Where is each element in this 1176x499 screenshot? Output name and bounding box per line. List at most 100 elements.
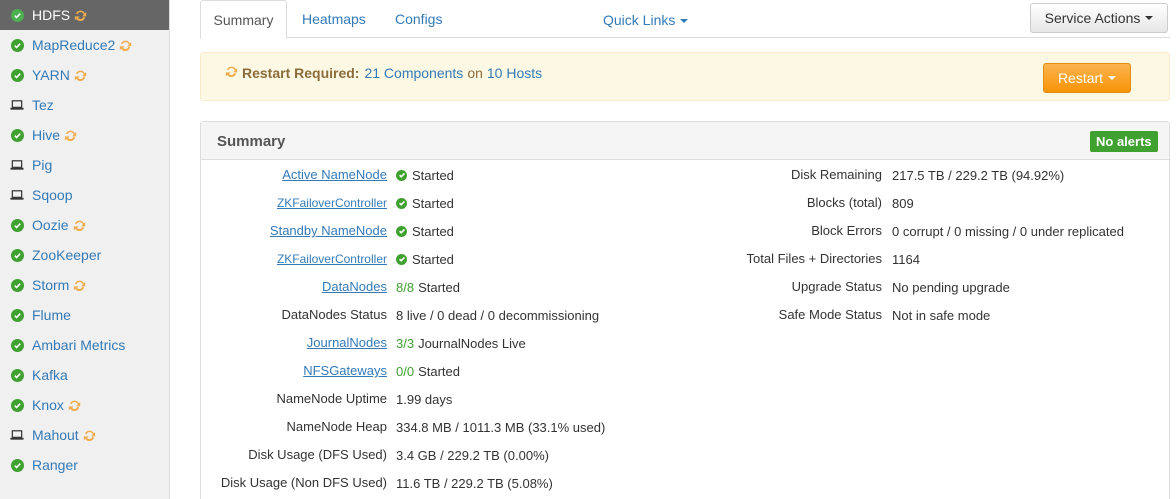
- summary-label: Blocks (total): [806, 195, 882, 210]
- restart-button-label: Restart: [1057, 70, 1104, 86]
- sidebar-item-pig[interactable]: Pig: [0, 150, 169, 180]
- sidebar-item-oozie[interactable]: Oozie: [0, 210, 169, 240]
- summary-label-link[interactable]: NFSGateways: [303, 363, 387, 378]
- summary-panel: Summary No alerts Active NameNode Started…: [200, 121, 1170, 499]
- sidebar-item-hdfs[interactable]: HDFS: [0, 0, 169, 30]
- summary-label: ZKFailoverController: [201, 189, 387, 217]
- restart-required-banner: Restart Required: 21 Components on 10 Ho…: [200, 52, 1170, 101]
- summary-value-text: 8 live / 0 dead / 0 decommissioning: [396, 307, 600, 323]
- summary-value: 8 live / 0 dead / 0 decommissioning: [396, 301, 599, 329]
- summary-value: 8/8 Started: [396, 273, 460, 301]
- sidebar-item-ranger[interactable]: Ranger: [0, 450, 169, 480]
- summary-value: 217.5 TB / 229.2 TB (94.92%): [892, 167, 1065, 183]
- summary-label: Disk Usage (Non DFS Used): [220, 475, 387, 490]
- sidebar-item-kafka[interactable]: Kafka: [0, 360, 169, 390]
- sidebar-item-label: Kafka: [32, 367, 68, 383]
- summary-value: Started: [396, 217, 454, 245]
- sidebar-item-yarn[interactable]: YARN: [0, 60, 169, 90]
- sidebar-item-knox[interactable]: Knox: [0, 390, 169, 420]
- check-circle-icon: [396, 253, 407, 265]
- restart-message: Restart Required: 21 Components on 10 Ho…: [225, 65, 542, 81]
- check-circle-icon: [10, 68, 24, 82]
- summary-label: Safe Mode Status: [778, 307, 882, 322]
- sidebar-item-storm[interactable]: Storm: [0, 270, 169, 300]
- summary-label-link[interactable]: DataNodes: [322, 279, 387, 294]
- alerts-badge[interactable]: No alerts: [1090, 131, 1158, 152]
- check-circle-icon: [10, 458, 24, 472]
- sidebar-item-tez[interactable]: Tez: [0, 90, 169, 120]
- summary-label: DataNodes Status: [281, 307, 387, 322]
- sidebar-item-mahout[interactable]: Mahout: [0, 420, 169, 450]
- on-text: on: [467, 65, 483, 81]
- summary-value: 3/3 JournalNodes Live: [396, 329, 526, 357]
- refresh-icon: [68, 399, 81, 412]
- summary-value: 0 corrupt / 0 missing / 0 under replicat…: [892, 223, 1124, 239]
- refresh-icon: [225, 65, 238, 81]
- check-circle-icon: [10, 8, 24, 22]
- hosts-link[interactable]: 10 Hosts: [487, 65, 542, 81]
- summary-label-link[interactable]: Active NameNode: [282, 167, 387, 182]
- sidebar-item-zookeeper[interactable]: ZooKeeper: [0, 240, 169, 270]
- refresh-icon: [119, 39, 132, 52]
- summary-label: JournalNodes: [201, 329, 387, 357]
- sidebar-item-label: Sqoop: [32, 187, 73, 203]
- summary-value: Started: [396, 161, 454, 189]
- sidebar-item-label: YARN: [32, 67, 70, 83]
- restart-button[interactable]: Restart: [1043, 63, 1131, 93]
- components-link[interactable]: 21 Components: [364, 65, 463, 81]
- summary-label-link[interactable]: ZKFailoverController: [277, 252, 387, 266]
- check-circle-icon: [396, 197, 407, 209]
- summary-header: Summary No alerts: [201, 122, 1169, 160]
- sidebar-item-label: Storm: [32, 277, 70, 293]
- sidebar-item-mapreduce2[interactable]: MapReduce2: [0, 30, 169, 60]
- refresh-icon: [73, 279, 86, 292]
- check-circle-icon: [396, 225, 407, 237]
- summary-value: 1.99 days: [396, 385, 452, 413]
- tab-heatmaps[interactable]: Heatmaps: [302, 0, 366, 39]
- sidebar-item-label: MapReduce2: [32, 37, 116, 53]
- tab-summary[interactable]: Summary: [200, 0, 287, 39]
- tab-configs[interactable]: Configs: [395, 0, 442, 39]
- refresh-icon: [83, 429, 96, 442]
- summary-label-link[interactable]: Standby NameNode: [270, 223, 387, 238]
- sidebar-item-label: Knox: [32, 397, 64, 413]
- quick-links-dropdown[interactable]: Quick Links: [603, 12, 689, 28]
- summary-value-text: 3.4 GB / 229.2 TB (0.00%): [396, 447, 549, 463]
- service-actions-button[interactable]: Service Actions: [1030, 3, 1168, 33]
- sidebar-item-label: Tez: [32, 97, 54, 113]
- sidebar-item-label: Flume: [32, 307, 71, 323]
- summary-value-text: 1.99 days: [396, 391, 453, 407]
- caret-down-icon: [1145, 16, 1154, 20]
- summary-label: Total Files + Directories: [746, 251, 882, 266]
- sidebar-item-flume[interactable]: Flume: [0, 300, 169, 330]
- summary-value: No pending upgrade: [892, 279, 1010, 295]
- laptop-icon: [10, 98, 24, 112]
- sidebar-item-hive[interactable]: Hive: [0, 120, 169, 150]
- summary-label-link[interactable]: ZKFailoverController: [277, 196, 387, 210]
- summary-value-text: 11.6 TB / 229.2 TB (5.08%): [396, 475, 553, 491]
- sidebar-item-label: HDFS: [32, 7, 71, 23]
- summary-label: NameNode Uptime: [276, 391, 387, 406]
- summary-value: Not in safe mode: [892, 307, 991, 323]
- refresh-icon: [64, 129, 77, 142]
- summary-label: Active NameNode: [201, 161, 387, 189]
- live-count: 0/0: [396, 363, 415, 379]
- restart-required-label: Restart Required:: [242, 65, 360, 81]
- sidebar-item-ambari-metrics[interactable]: Ambari Metrics: [0, 330, 169, 360]
- check-circle-icon: [10, 128, 24, 142]
- check-circle-icon: [10, 218, 24, 232]
- caret-down-icon: [1108, 76, 1117, 80]
- check-circle-icon: [10, 308, 24, 322]
- summary-label: NFSGateways: [201, 357, 387, 385]
- summary-value: 3.4 GB / 229.2 TB (0.00%): [396, 441, 549, 469]
- laptop-icon: [10, 188, 24, 202]
- summary-label-link[interactable]: JournalNodes: [307, 335, 387, 350]
- check-circle-icon: [10, 368, 24, 382]
- service-tabs: Summary Heatmaps Configs Quick Links Ser…: [200, 0, 1170, 39]
- summary-value: 1164: [892, 251, 920, 267]
- summary-label: Standby NameNode: [201, 217, 387, 245]
- summary-label: Block Errors: [811, 223, 882, 238]
- caret-down-icon: [680, 19, 689, 24]
- sidebar-item-sqoop[interactable]: Sqoop: [0, 180, 169, 210]
- summary-value-text: 334.8 MB / 1011.3 MB (33.1% used): [396, 419, 606, 435]
